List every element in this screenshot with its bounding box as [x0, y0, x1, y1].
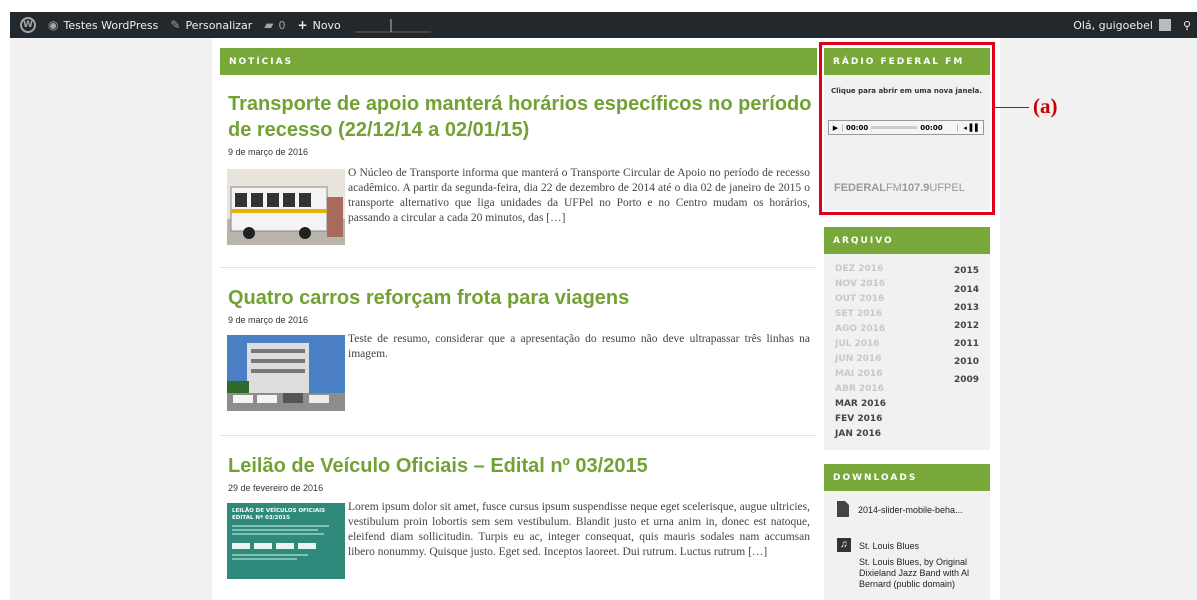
- archive-month-link[interactable]: SET 2016: [835, 309, 882, 319]
- post-excerpt: Teste de resumo, considerar que a aprese…: [348, 333, 810, 360]
- archive-year-link[interactable]: 2015: [950, 266, 979, 276]
- archive-year-link[interactable]: 2012: [950, 321, 979, 331]
- archive-month-link[interactable]: JUN 2016: [835, 354, 881, 364]
- news-section-header: NOTÍCIAS: [220, 48, 817, 75]
- archive-month-link[interactable]: NOV 2016: [835, 279, 885, 289]
- right-page-margin: [1000, 38, 1197, 600]
- new-label: Novo: [312, 18, 341, 32]
- post-date: 29 de fevereiro de 2016: [228, 483, 324, 493]
- comments-link[interactable]: ▰ 0: [258, 12, 291, 38]
- bus-thumbnail[interactable]: [227, 169, 345, 245]
- customize-label: Personalizar: [185, 18, 253, 32]
- user-menu[interactable]: Olá, guigoebel: [1067, 12, 1177, 38]
- post-item: Leilão de Veículo Oficiais – Edital nº 0…: [220, 453, 817, 600]
- download-item[interactable]: ♫ St. Louis Blues: [837, 538, 919, 552]
- thumbnail-caption: LEILÃO DE VEÍCULOS OFICIAIS EDITAL Nº 03…: [232, 508, 326, 521]
- archive-month-link[interactable]: JAN 2016: [835, 429, 881, 439]
- post-title[interactable]: Quatro carros reforçam frota para viagen…: [220, 285, 817, 311]
- admin-bar: W ◉ Testes WordPress ✎ Personalizar ▰ 0 …: [10, 12, 1197, 38]
- archive-widget-header: ARQUIVO: [824, 227, 990, 254]
- post-date: 9 de março de 2016: [228, 147, 309, 157]
- site-name: Testes WordPress: [63, 18, 159, 32]
- archive-year-link[interactable]: 2011: [950, 339, 979, 349]
- annotation-frame: [819, 42, 995, 215]
- brush-icon: ✎: [170, 18, 181, 32]
- archive-month-link[interactable]: JUL 2016: [835, 339, 880, 349]
- archive-year-link[interactable]: 2014: [950, 285, 979, 295]
- post-item: Transporte de apoio manterá horários esp…: [220, 91, 817, 259]
- post-divider: [220, 435, 817, 436]
- download-file-name: St. Louis Blues: [859, 541, 920, 551]
- auction-thumbnail[interactable]: LEILÃO DE VEÍCULOS OFICIAIS EDITAL Nº 03…: [227, 503, 345, 579]
- annotation-label: (a): [1033, 94, 1058, 118]
- archive-month-link[interactable]: OUT 2016: [835, 294, 884, 304]
- archive-month-link[interactable]: FEV 2016: [835, 414, 882, 424]
- archive-year-link[interactable]: 2013: [950, 303, 979, 313]
- plus-icon: +: [297, 18, 308, 32]
- search-icon[interactable]: ⚲: [1177, 12, 1197, 38]
- file-icon: [837, 501, 849, 517]
- archive-month-link[interactable]: MAR 2016: [835, 399, 886, 409]
- new-content-link[interactable]: + Novo: [292, 12, 347, 38]
- music-icon: ♫: [837, 538, 851, 552]
- avatar: [1158, 19, 1171, 31]
- cars-thumbnail[interactable]: [227, 335, 345, 411]
- download-description: St. Louis Blues, by Original Dixieland J…: [859, 557, 970, 589]
- archive-month-link[interactable]: MAI 2016: [835, 369, 882, 379]
- archive-month-link[interactable]: DEZ 2016: [835, 264, 883, 274]
- download-file-name: 2014-slider-mobile-beha...: [858, 505, 963, 515]
- archive-year-link[interactable]: 2010: [950, 357, 979, 367]
- archive-month-link[interactable]: ABR 2016: [835, 384, 884, 394]
- post-item: Quatro carros reforçam frota para viagen…: [220, 285, 817, 425]
- post-date: 9 de março de 2016: [228, 315, 309, 325]
- wordpress-logo-icon[interactable]: W: [10, 12, 42, 38]
- customize-link[interactable]: ✎ Personalizar: [164, 12, 258, 38]
- user-greeting: Olá, guigoebel: [1073, 18, 1153, 32]
- annotation-line: [995, 107, 1029, 108]
- dashboard-icon: ◉: [48, 18, 59, 32]
- archive-year-link[interactable]: 2009: [950, 375, 979, 385]
- archive-month-link[interactable]: AGO 2016: [835, 324, 885, 334]
- download-item[interactable]: 2014-slider-mobile-beha...: [837, 501, 963, 517]
- downloads-widget-header: DOWNLOADS: [824, 464, 990, 491]
- post-excerpt: O Núcleo de Transporte informa que mante…: [348, 167, 810, 224]
- stats-sparkline-icon: [354, 19, 431, 33]
- left-page-margin: [10, 38, 212, 600]
- comments-count: 0: [278, 18, 286, 32]
- comment-icon: ▰: [264, 18, 274, 32]
- post-excerpt: Lorem ipsum dolor sit amet, fusce cursus…: [348, 501, 810, 558]
- post-title[interactable]: Leilão de Veículo Oficiais – Edital nº 0…: [220, 453, 817, 479]
- post-divider: [220, 267, 817, 268]
- site-name-link[interactable]: ◉ Testes WordPress: [42, 12, 164, 38]
- post-title[interactable]: Transporte de apoio manterá horários esp…: [220, 91, 817, 143]
